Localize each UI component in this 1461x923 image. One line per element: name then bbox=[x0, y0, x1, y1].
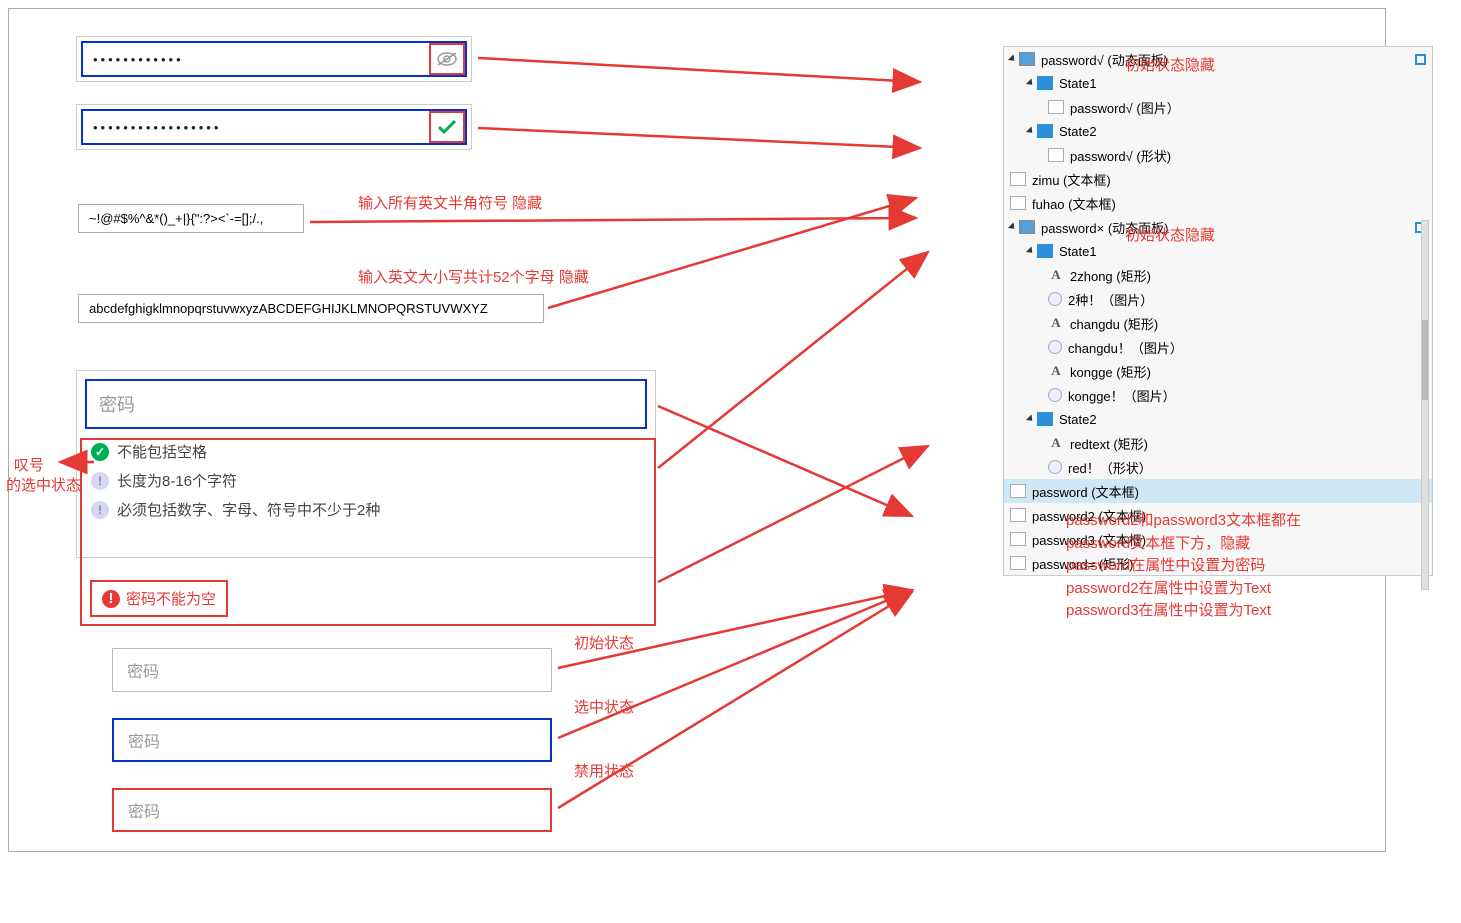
state-label-selected: 选中状态 bbox=[574, 696, 634, 717]
error-message-box: ! 密码不能为空 bbox=[90, 580, 228, 617]
password-field-1-wrap: •••••••••••• bbox=[76, 36, 472, 82]
tree-changdu[interactable]: Achangdu (矩形) bbox=[1004, 311, 1432, 335]
state-input-initial[interactable]: 密码 bbox=[112, 648, 552, 692]
tree-red-shape[interactable]: red！（形状） bbox=[1004, 455, 1432, 479]
state-input-disabled[interactable]: 密码 bbox=[112, 788, 552, 832]
tree-pwcheck-shape[interactable]: password√ (形状) bbox=[1004, 143, 1432, 167]
tree-state1[interactable]: State1 bbox=[1004, 71, 1432, 95]
rule-length: !长度为8-16个字符 bbox=[77, 466, 655, 495]
password-field-2[interactable]: ••••••••••••••••• bbox=[81, 109, 467, 145]
symbols-annotation: 输入所有英文半角符号 隐藏 bbox=[358, 192, 542, 213]
password-dots-1: •••••••••••• bbox=[93, 52, 184, 67]
tree-kongge[interactable]: Akongge (矩形) bbox=[1004, 359, 1432, 383]
eye-off-icon bbox=[436, 51, 458, 67]
tree-px-state2[interactable]: State2 bbox=[1004, 407, 1432, 431]
password-dots-2: ••••••••••••••••• bbox=[93, 120, 221, 135]
error-circle-icon: ! bbox=[102, 590, 120, 608]
tree-changdu-img[interactable]: changdu！（图片） bbox=[1004, 335, 1432, 359]
tree-redtext[interactable]: Aredtext (矩形) bbox=[1004, 431, 1432, 455]
info-circle-icon: ! bbox=[91, 501, 109, 519]
password-field-1[interactable]: •••••••••••• bbox=[81, 41, 467, 77]
exclaim-annotation-1: 叹号 bbox=[14, 454, 44, 475]
letters-annotation: 输入英文大小写共计52个字母 隐藏 bbox=[358, 266, 589, 287]
scrollbar-track[interactable] bbox=[1421, 220, 1429, 590]
check-icon-box bbox=[429, 111, 465, 143]
right-annotation-block: password2和password3文本框都在 password文本框下方，隐… bbox=[1066, 510, 1376, 623]
rule-types: !必须包括数字、字母、符号中不少于2种 bbox=[77, 495, 655, 524]
password-main-input[interactable]: 密码 bbox=[85, 379, 647, 429]
tree-passwordcheck-panel[interactable]: password√ (动态面板) bbox=[1004, 47, 1432, 71]
scrollbar-thumb[interactable] bbox=[1422, 320, 1428, 400]
state-label-initial: 初始状态 bbox=[574, 632, 634, 653]
tree-2zhong[interactable]: A2zhong (矩形) bbox=[1004, 263, 1432, 287]
outline-tree[interactable]: password√ (动态面板) State1 password√ (图片） S… bbox=[1003, 46, 1433, 576]
letters-text: abcdefghigklmnopqrstuvwxyzABCDEFGHIJKLMN… bbox=[89, 301, 488, 316]
rule-no-space: ✓不能包括空格 bbox=[77, 437, 655, 466]
top-hidden-annotation-2: 初始状态隐藏 bbox=[1125, 224, 1215, 245]
tree-2zhong-img[interactable]: 2种！（图片） bbox=[1004, 287, 1432, 311]
tree-passwordx-panel[interactable]: password× (动态面板) bbox=[1004, 215, 1432, 239]
state-input-selected[interactable]: 密码 bbox=[112, 718, 552, 762]
exclaim-annotation-2: 的选中状态 bbox=[6, 474, 81, 495]
tree-px-state1[interactable]: State1 bbox=[1004, 239, 1432, 263]
check-icon bbox=[437, 119, 457, 135]
error-text: 密码不能为空 bbox=[126, 588, 216, 609]
eye-off-icon-box[interactable] bbox=[429, 43, 465, 75]
password-rules-block: 密码 ✓不能包括空格 !长度为8-16个字符 !必须包括数字、字母、符号中不少于… bbox=[76, 370, 656, 558]
tree-pwcheck-img[interactable]: password√ (图片） bbox=[1004, 95, 1432, 119]
tree-fuhao[interactable]: fuhao (文本框) bbox=[1004, 191, 1432, 215]
letters-box: abcdefghigklmnopqrstuvwxyzABCDEFGHIJKLMN… bbox=[78, 294, 544, 323]
state-label-disabled: 禁用状态 bbox=[574, 760, 634, 781]
check-circle-icon: ✓ bbox=[91, 443, 109, 461]
symbols-text: ~!@#$%^&*()_+|}{":?><`-=[];/., bbox=[89, 211, 263, 226]
tree-state2[interactable]: State2 bbox=[1004, 119, 1432, 143]
info-circle-icon: ! bbox=[91, 472, 109, 490]
symbols-box: ~!@#$%^&*()_+|}{":?><`-=[];/., bbox=[78, 204, 304, 233]
tree-kongge-img[interactable]: kongge！（图片） bbox=[1004, 383, 1432, 407]
top-hidden-annotation-1: 初始状态隐藏 bbox=[1125, 54, 1215, 75]
tree-password[interactable]: password (文本框) bbox=[1004, 479, 1432, 503]
password-field-2-wrap: ••••••••••••••••• bbox=[76, 104, 472, 150]
tree-zimu[interactable]: zimu (文本框) bbox=[1004, 167, 1432, 191]
